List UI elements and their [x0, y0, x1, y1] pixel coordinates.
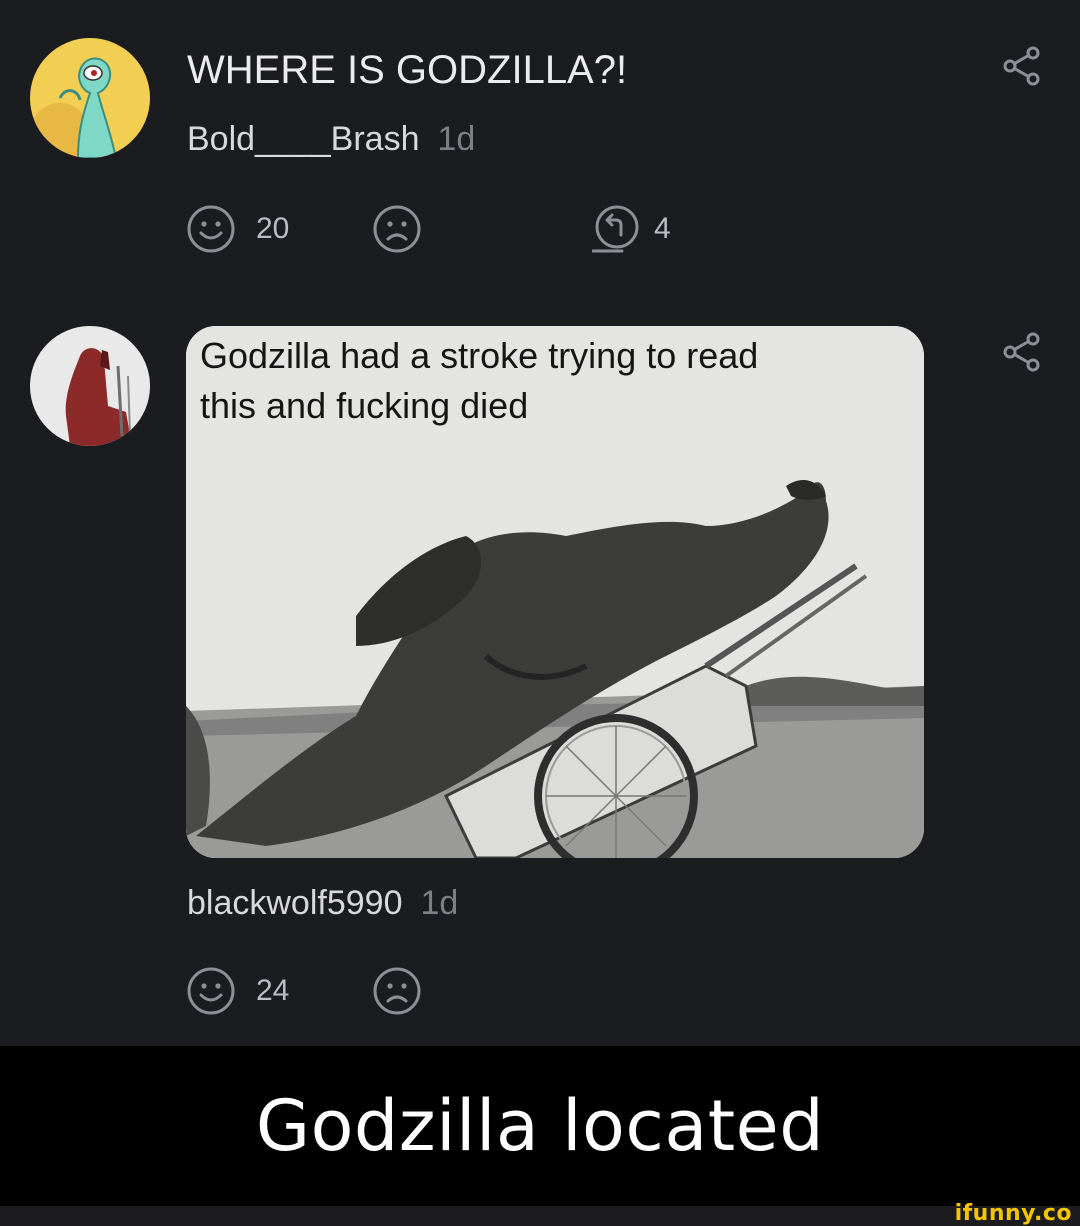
- red-figure-avatar-image: [30, 326, 150, 446]
- avatar[interactable]: [30, 326, 150, 446]
- smile-icon: [187, 205, 235, 253]
- like-button[interactable]: 20: [186, 204, 289, 254]
- frown-icon: [373, 205, 421, 253]
- meme-banner: Godzilla located: [0, 1046, 1080, 1206]
- username[interactable]: Bold____Brash: [187, 120, 420, 158]
- comment-image[interactable]: Godzilla had a stroke trying to read thi…: [186, 326, 924, 858]
- share-icon: [1003, 332, 1040, 372]
- like-count: 20: [256, 212, 290, 245]
- share-icon: [1003, 46, 1040, 86]
- share-button[interactable]: [1000, 330, 1044, 374]
- like-count: 24: [256, 974, 290, 1007]
- meme-caption-line-1: Godzilla had a stroke trying to read: [200, 335, 758, 376]
- replies-button[interactable]: 4: [592, 204, 671, 254]
- like-button[interactable]: 24: [186, 966, 289, 1016]
- share-button[interactable]: [1000, 44, 1044, 88]
- comment-text: WHERE IS GODZILLA?!: [187, 48, 628, 92]
- banner-text: Godzilla located: [255, 1085, 825, 1167]
- dislike-button[interactable]: [372, 204, 422, 254]
- timestamp: 1d: [437, 120, 476, 158]
- reply-count: 4: [654, 212, 671, 245]
- timestamp: 1d: [420, 884, 459, 922]
- username[interactable]: blackwolf5990: [187, 884, 402, 922]
- comment-meta: Bold____Brash 1d: [187, 120, 475, 159]
- footer-bar: ifunny.co: [0, 1201, 1080, 1226]
- meme-caption-line-2: this and fucking died: [200, 385, 528, 426]
- dislike-button[interactable]: [372, 966, 422, 1016]
- avatar[interactable]: [30, 38, 150, 158]
- smile-icon: [187, 967, 235, 1015]
- squidward-avatar-image: [30, 38, 150, 158]
- frown-icon: [373, 967, 421, 1015]
- ifunny-watermark: ifunny.co: [954, 1201, 1072, 1226]
- comment-meta: blackwolf5990 1d: [187, 884, 458, 923]
- godzilla-wheelbarrow-image: Godzilla had a stroke trying to read thi…: [186, 326, 924, 858]
- reply-icon: [592, 205, 639, 253]
